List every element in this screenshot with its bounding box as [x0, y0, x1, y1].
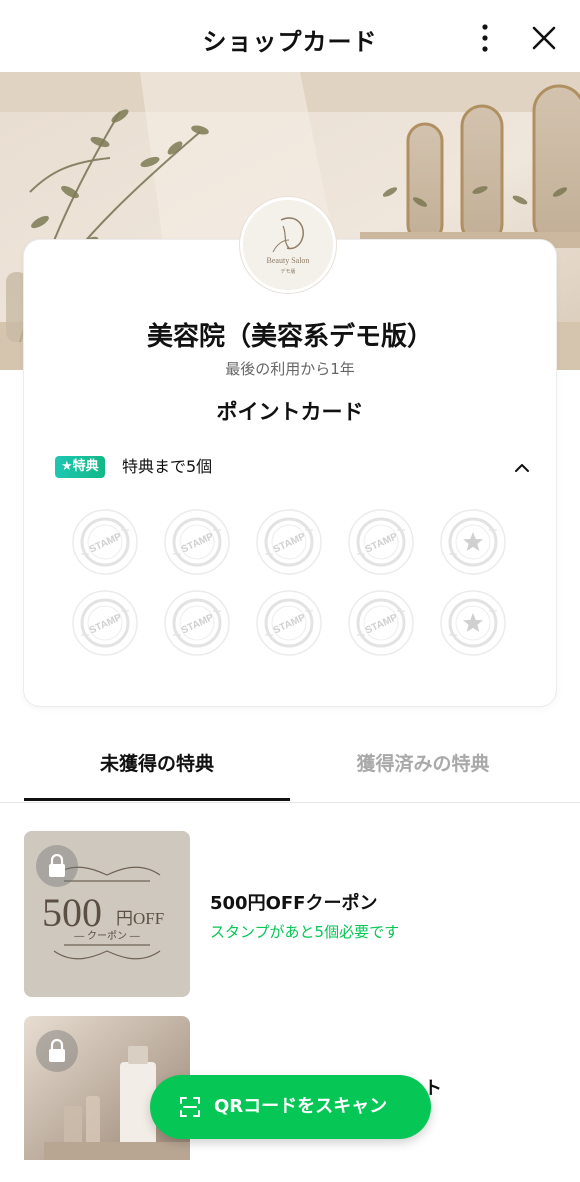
- reward-tabs: 未獲得の特典 獲得済みの特典: [0, 730, 580, 803]
- app-header: ショップカード: [0, 0, 580, 72]
- reward-requirement: スタンプがあと5個必要です: [210, 923, 400, 941]
- lock-icon: [36, 845, 78, 887]
- tab-claimed-rewards[interactable]: 獲得済みの特典: [290, 730, 556, 800]
- close-icon[interactable]: [526, 20, 562, 56]
- chevron-up-icon[interactable]: [508, 454, 536, 482]
- benefit-progress-text: 特典まで5個: [122, 457, 213, 476]
- thumb-unit-text: 円OFF: [116, 909, 164, 928]
- logo-text: Beauty Salon: [267, 256, 310, 265]
- stamp-slot: STAMP: [255, 508, 323, 576]
- stamp-slot: STAMP: [255, 589, 323, 657]
- stamp-slot: STAMP: [347, 589, 415, 657]
- reward-item[interactable]: 500 円OFF ― クーポン ― 500円OFFクーポン スタンプがあと5個必…: [24, 831, 556, 997]
- reward-title: ト: [424, 1078, 442, 1099]
- scan-frame-icon: [178, 1095, 202, 1119]
- stamp-slot: STAMP: [71, 589, 139, 657]
- stamp-slot-star: [439, 589, 507, 657]
- scan-qr-label: QRコードをスキャン: [214, 1096, 388, 1117]
- shop-name: 美容院（美容系デモ版）: [146, 322, 433, 352]
- stamp-slot: STAMP: [347, 508, 415, 576]
- stamp-slot-star: [439, 508, 507, 576]
- scan-qr-button[interactable]: QRコードをスキャン: [150, 1075, 431, 1139]
- thumb-sub-text: ― クーポン ―: [74, 930, 140, 942]
- logo-subtext: デモ版: [280, 268, 295, 275]
- thumb-main-text: 500: [42, 890, 102, 935]
- benefit-badge: ★特典: [55, 456, 105, 478]
- last-used-text: 最後の利用から1年: [225, 360, 355, 378]
- tab-unclaimed-rewards[interactable]: 未獲得の特典: [24, 730, 290, 801]
- reward-title: 500円OFFクーポン: [210, 893, 378, 914]
- reward-thumbnail: 500 円OFF ― クーポン ―: [24, 831, 190, 997]
- more-vertical-icon[interactable]: [470, 18, 500, 58]
- stamp-grid: STAMP STAMP STAMP STAMP STAMP STAMP STAMP STAMP: [71, 508, 511, 658]
- stamp-slot: STAMP: [163, 508, 231, 576]
- shop-card: Beauty Salon デモ版 美容院（美容系デモ版） 最後の利用から1年 ポ…: [24, 200, 556, 706]
- card-type-title: ポイントカード: [216, 400, 364, 424]
- stamp-slot: STAMP: [163, 589, 231, 657]
- stamp-slot: STAMP: [71, 508, 139, 576]
- lock-icon: [36, 1030, 78, 1072]
- shop-logo: Beauty Salon デモ版: [243, 200, 333, 290]
